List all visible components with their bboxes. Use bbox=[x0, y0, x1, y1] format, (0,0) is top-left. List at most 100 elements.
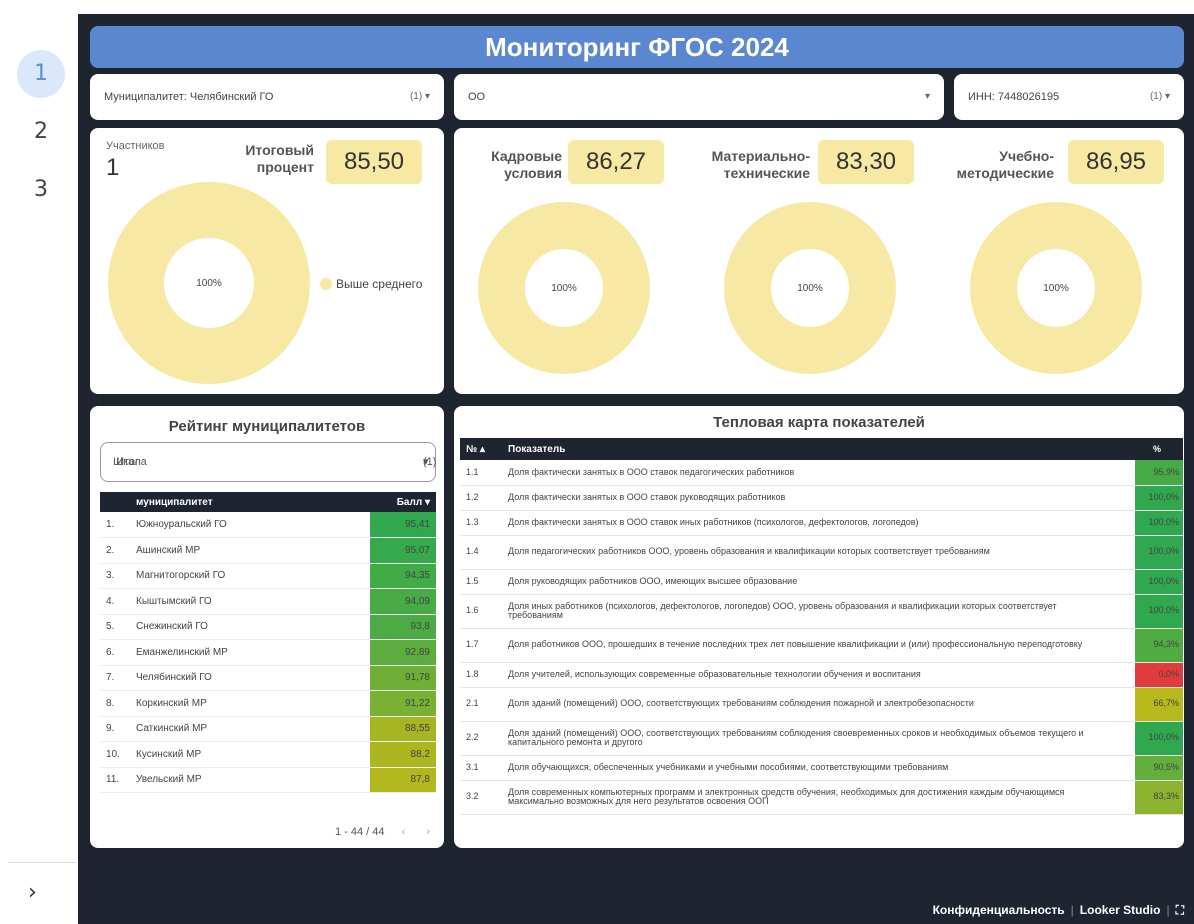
row-percent: 95,9% bbox=[1135, 460, 1183, 486]
row-municipality: Магнитогорский ГО bbox=[136, 563, 370, 589]
table-header: муниципалитет Балл ▾ bbox=[100, 492, 436, 512]
column-header-percent[interactable]: % bbox=[1135, 438, 1183, 460]
page-3-link[interactable]: 3 bbox=[17, 166, 65, 214]
inn-filter[interactable]: ИНН: 7448026195 (1) ▾ bbox=[954, 74, 1184, 120]
metric-label-line1: Учебно- bbox=[999, 148, 1054, 164]
row-percent: 100,0% bbox=[1135, 721, 1183, 756]
row-municipality: Снежинский ГО bbox=[136, 614, 370, 640]
next-page-icon[interactable]: › bbox=[426, 826, 430, 838]
total-percent-value: 85,50 bbox=[326, 140, 422, 184]
table-row: 1. Южноуральский ГО 95,41 bbox=[100, 512, 436, 538]
table-row: 11. Увельский МР 87,8 bbox=[100, 767, 436, 793]
row-score: 95,41 bbox=[370, 512, 436, 538]
inn-filter-label: ИНН bbox=[968, 91, 992, 103]
row-number: 1.4 bbox=[460, 535, 508, 570]
municipality-filter[interactable]: Муниципалитет: Челябинский ГО (1) ▾ bbox=[90, 74, 444, 120]
heatmap-card: Тепловая карта показателей № ▴ Показател… bbox=[454, 406, 1184, 848]
row-percent: 90,5% bbox=[1135, 755, 1183, 781]
oo-filter[interactable]: ОО ▾ bbox=[454, 74, 944, 120]
scale-filter[interactable]: Шкала: Итог (1) ▾ bbox=[100, 442, 436, 482]
summary-donut-label: 100% bbox=[196, 278, 222, 289]
row-number: 1.7 bbox=[460, 628, 508, 663]
row-score: 92,89 bbox=[370, 639, 436, 666]
legend-label: Выше среднего bbox=[336, 277, 423, 291]
column-header-number[interactable]: № ▴ bbox=[460, 438, 508, 460]
ranking-title: Рейтинг муниципалитетов bbox=[168, 418, 366, 435]
table-row: 1.5 Доля руководящих работников ООО, имею… bbox=[460, 569, 1183, 595]
inn-filter-count: (1) bbox=[1149, 91, 1163, 102]
row-indicator: Доля зданий (помещений) ООО, соответству… bbox=[508, 721, 1135, 756]
chevron-down-icon: ▾ bbox=[424, 91, 430, 102]
table-row: 1.7 Доля работников ООО, прошедших в тече… bbox=[460, 628, 1183, 663]
row-percent: 100,0% bbox=[1135, 510, 1183, 536]
row-percent: 94,3% bbox=[1135, 628, 1183, 663]
expand-nav-icon[interactable]: › bbox=[28, 880, 37, 905]
row-rank: 5. bbox=[100, 614, 136, 640]
scale-filter-value: Итог bbox=[116, 456, 140, 468]
row-municipality: Увельский МР bbox=[136, 767, 370, 793]
row-rank: 3. bbox=[100, 563, 136, 589]
ranking-table: муниципалитет Балл ▾ 1. Южноуральский ГО 9… bbox=[100, 492, 436, 793]
heatmap-title: Тепловая карта показателей bbox=[713, 414, 925, 431]
row-indicator: Доля работников ООО, прошедших в течение… bbox=[508, 628, 1135, 663]
row-score: 93,8 bbox=[370, 614, 436, 640]
nav-divider bbox=[8, 862, 76, 863]
chevron-down-icon: ▾ bbox=[1164, 91, 1170, 102]
table-row: 1.6 Доля иных работников (психологов, деф… bbox=[460, 594, 1183, 629]
row-percent: 0,0% bbox=[1135, 662, 1183, 688]
row-number: 1.1 bbox=[460, 460, 508, 486]
row-number: 2.2 bbox=[460, 721, 508, 756]
row-number: 1.8 bbox=[460, 662, 508, 688]
fullscreen-icon[interactable]: ⛶ bbox=[1176, 903, 1184, 917]
row-indicator: Доля педагогических работников ООО, уров… bbox=[508, 535, 1135, 570]
row-score: 91,22 bbox=[370, 690, 436, 717]
column-header-indicator[interactable]: Показатель bbox=[508, 438, 1135, 460]
table-row: 7. Челябинский ГО 91,78 bbox=[100, 665, 436, 691]
row-municipality: Челябинский ГО bbox=[136, 665, 370, 691]
metric-donut-label: 100% bbox=[1043, 283, 1069, 294]
table-row: 1.8 Доля учителей, использующих современн… bbox=[460, 662, 1183, 688]
page-1-link[interactable]: 1 bbox=[17, 50, 65, 98]
row-percent: 100,0% bbox=[1135, 535, 1183, 570]
row-number: 1.5 bbox=[460, 569, 508, 595]
table-row: 3.2 Доля современных компьютерных програм… bbox=[460, 780, 1183, 815]
participants-value: 1 bbox=[106, 154, 120, 181]
row-number: 1.2 bbox=[460, 485, 508, 511]
summary-card: Участников 1 Итоговый процент 85,50 100%… bbox=[90, 128, 444, 394]
report-canvas: Мониторинг ФГОС 2024 Муниципалитет: Челя… bbox=[78, 14, 1194, 924]
privacy-link[interactable]: Конфиденциальность bbox=[933, 903, 1065, 917]
metric-value: 86,27 bbox=[568, 140, 664, 184]
page-2-link[interactable]: 2 bbox=[17, 108, 65, 156]
metric-label-line2: методические bbox=[956, 165, 1054, 181]
heatmap-rows: 1.1 Доля фактически занятых в ООО ставок … bbox=[460, 460, 1183, 815]
table-row: 1.4 Доля педагогических работников ООО, у… bbox=[460, 535, 1183, 570]
row-rank: 9. bbox=[100, 716, 136, 742]
sort-asc-icon: ▴ bbox=[479, 443, 485, 455]
column-header-score[interactable]: Балл ▾ bbox=[370, 492, 436, 512]
table-row: 2.1 Доля зданий (помещений) ООО, соответс… bbox=[460, 687, 1183, 722]
row-score: 95,07 bbox=[370, 537, 436, 564]
sort-desc-icon: ▾ bbox=[424, 496, 430, 508]
pagination: 1 - 44 / 44 ‹ › bbox=[335, 826, 430, 838]
oo-filter-value: ОО bbox=[468, 91, 486, 103]
ranking-rows: 1. Южноуральский ГО 95,41 2. Ашинский МР 95,0… bbox=[100, 512, 436, 793]
looker-studio-link[interactable]: Looker Studio bbox=[1080, 903, 1161, 917]
row-number: 1.3 bbox=[460, 510, 508, 536]
participants-label: Участников bbox=[106, 140, 165, 152]
column-header-municipality[interactable]: муниципалитет bbox=[136, 492, 370, 512]
row-municipality: Коркинский МР bbox=[136, 690, 370, 717]
row-score: 88,2 bbox=[370, 741, 436, 768]
row-score: 88,55 bbox=[370, 716, 436, 742]
row-score: 94,09 bbox=[370, 588, 436, 615]
row-rank: 10. bbox=[100, 741, 136, 768]
prev-page-icon[interactable]: ‹ bbox=[402, 826, 406, 838]
row-municipality: Ашинский МР bbox=[136, 537, 370, 564]
row-rank: 11. bbox=[100, 767, 136, 793]
row-municipality: Южноуральский ГО bbox=[136, 512, 370, 538]
row-indicator: Доля фактически занятых в ООО ставок рук… bbox=[508, 485, 1135, 511]
municipality-filter-label: Муниципалитет bbox=[104, 91, 184, 103]
table-row: 3.1 Доля обучающихся, обеспеченных учебни… bbox=[460, 755, 1183, 781]
municipality-filter-value: Челябинский ГО bbox=[189, 91, 274, 103]
metric-label-line1: Кадровые bbox=[491, 148, 562, 164]
metric-donut-label: 100% bbox=[551, 283, 577, 294]
